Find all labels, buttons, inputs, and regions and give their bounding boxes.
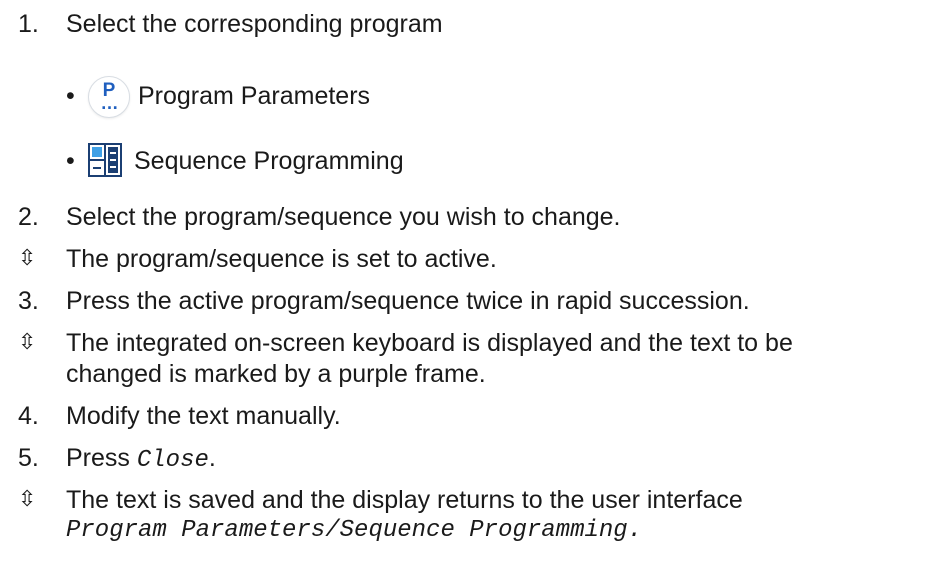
sequence-programming-icon <box>88 143 122 177</box>
sub-item-label: Program Parameters <box>138 82 371 110</box>
step-number: 4. <box>18 402 39 430</box>
step-text: Press Close. <box>66 442 216 477</box>
sub-item-label: Sequence Programming <box>134 147 404 175</box>
result-arrow-icon: ⇳ <box>18 330 37 355</box>
step-number: 1. <box>18 10 39 38</box>
result-arrow-icon: ⇳ <box>18 487 37 512</box>
step-text-before: Press <box>66 444 137 472</box>
result-text-line-1: The text is saved and the display return… <box>66 486 743 514</box>
program-parameters-icon: P … <box>88 76 130 118</box>
result-text-line-2: changed is marked by a purple frame. <box>66 360 486 388</box>
result-text-line-1: The integrated on-screen keyboard is dis… <box>66 329 793 357</box>
step-text: Modify the text manually. <box>66 402 341 430</box>
step-number: 2. <box>18 203 39 231</box>
close-command: Close <box>136 447 209 474</box>
ui-path-text: Program Parameters/Sequence Programming. <box>66 517 643 544</box>
step-text: Select the program/sequence you wish to … <box>66 203 621 231</box>
step-number: 5. <box>18 444 39 472</box>
result-text: The program/sequence is set to active. <box>66 245 497 273</box>
result-arrow-icon: ⇳ <box>18 246 37 271</box>
step-text: Select the corresponding program <box>66 10 443 38</box>
step-text: Press the active program/sequence twice … <box>66 287 750 315</box>
bullet: • <box>66 147 75 175</box>
step-number: 3. <box>18 287 39 315</box>
bullet: • <box>66 82 75 110</box>
p-dots: … <box>100 93 119 113</box>
step-text-after: . <box>208 444 216 472</box>
